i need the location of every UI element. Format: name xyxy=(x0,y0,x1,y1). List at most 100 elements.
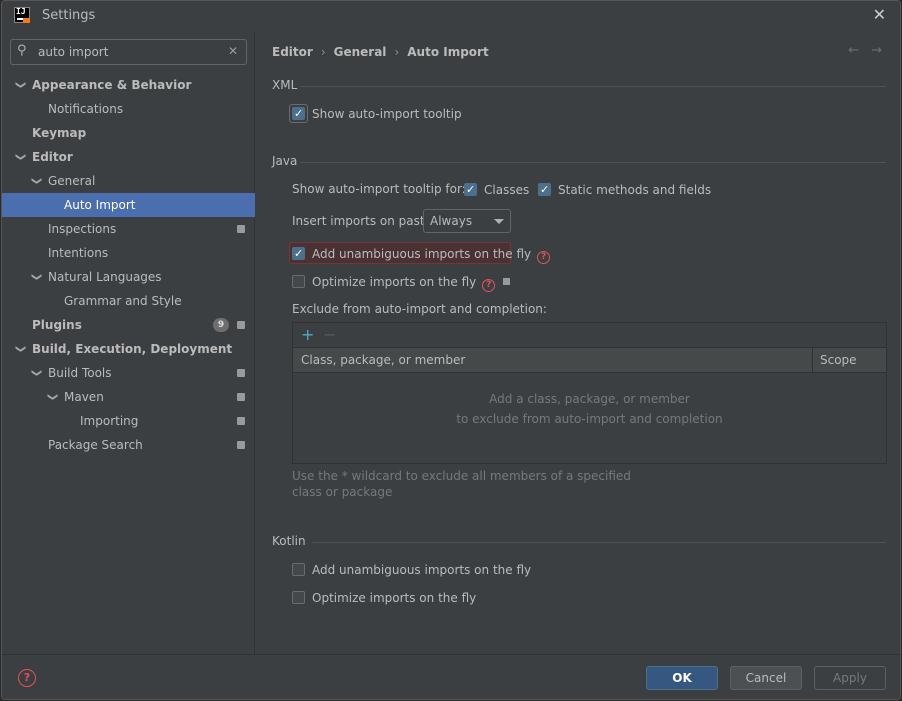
checkbox-icon[interactable] xyxy=(464,180,477,200)
chevron-down-icon[interactable]: ❯ xyxy=(24,273,48,281)
app-icon-text: IJ xyxy=(16,7,26,16)
breadcrumb-general[interactable]: General xyxy=(334,45,387,59)
sidebar-item-package-search[interactable]: Package Search xyxy=(2,433,255,457)
project-level-icon xyxy=(237,225,245,233)
sidebar-item-intentions[interactable]: Intentions xyxy=(2,241,255,265)
remove-icon: − xyxy=(323,325,337,344)
add-icon[interactable]: + xyxy=(301,325,314,344)
sidebar-item-natural-languages[interactable]: ❯ Natural Languages xyxy=(2,265,255,289)
dialog-footer: ? OK Cancel Apply xyxy=(2,654,900,699)
clear-search-icon[interactable]: ✕ xyxy=(228,44,238,58)
breadcrumb-auto-import: Auto Import xyxy=(407,45,489,59)
checkbox-label: Classes xyxy=(484,183,530,197)
intellij-app-icon: IJ xyxy=(14,7,30,23)
dropdown-value: Always xyxy=(430,214,473,228)
chevron-down-icon[interactable]: ❯ xyxy=(8,153,32,161)
section-title-kotlin: Kotlin xyxy=(272,534,306,548)
kotlin-optimize-checkbox[interactable]: Optimize imports on the fly xyxy=(292,588,476,608)
column-separator[interactable] xyxy=(812,348,813,373)
checkbox-label: Static methods and fields xyxy=(558,183,712,197)
updates-count-badge: 9 xyxy=(213,318,229,332)
exclude-table: + − Class, package, or member Scope Add … xyxy=(292,322,887,464)
section-divider xyxy=(300,162,886,163)
dropdown-arrow-icon xyxy=(494,219,504,224)
search-icon: ⚲ xyxy=(17,43,27,58)
checkbox-icon[interactable] xyxy=(292,244,305,264)
sidebar-item-label: Intentions xyxy=(48,246,109,260)
checkbox-icon[interactable] xyxy=(292,275,305,288)
breadcrumb-editor[interactable]: Editor xyxy=(272,45,313,59)
ok-button[interactable]: OK xyxy=(646,666,718,690)
classes-checkbox[interactable]: Classes xyxy=(464,180,529,200)
project-level-icon xyxy=(237,321,245,329)
java-optimize-checkbox[interactable]: Optimize imports on the fly? xyxy=(292,272,511,292)
history-navigation: ← → xyxy=(836,43,882,58)
checkbox-label: Show auto-import tooltip xyxy=(312,107,462,121)
sidebar-item-appearance-behavior[interactable]: ❯ Appearance & Behavior xyxy=(2,73,255,97)
sidebar-item-label: Grammar and Style xyxy=(64,294,182,308)
project-level-icon xyxy=(237,369,245,377)
sidebar-item-plugins[interactable]: Plugins 9 xyxy=(2,313,255,337)
back-arrow-icon[interactable]: ← xyxy=(848,43,859,58)
project-level-icon xyxy=(503,278,511,285)
column-header-scope[interactable]: Scope xyxy=(820,353,857,367)
java-add-unambiguous-checkbox[interactable]: Add unambiguous imports on the fly? xyxy=(292,244,551,264)
sidebar-item-build-execution-deployment[interactable]: ❯ Build, Execution, Deployment xyxy=(2,337,255,361)
sidebar-item-label: General xyxy=(48,174,96,188)
help-button[interactable]: ? xyxy=(18,669,36,687)
sidebar-item-general[interactable]: ❯ General xyxy=(2,169,255,193)
help-icon[interactable]: ? xyxy=(482,279,496,292)
sidebar-item-label: Maven xyxy=(64,390,104,404)
checkbox-icon[interactable] xyxy=(538,180,551,200)
apply-button: Apply xyxy=(814,666,886,690)
chevron-down-icon[interactable]: ❯ xyxy=(8,345,32,353)
close-icon[interactable]: ✕ xyxy=(873,5,886,24)
window-title: Settings xyxy=(42,8,96,23)
section-title-java: Java xyxy=(272,154,298,168)
xml-show-tooltip-checkbox[interactable]: Show auto-import tooltip xyxy=(292,104,462,124)
search-input[interactable]: auto import xyxy=(38,45,108,59)
section-divider xyxy=(312,542,886,543)
sidebar-item-label: Inspections xyxy=(48,222,117,236)
sidebar-item-notifications[interactable]: Notifications xyxy=(2,97,255,121)
settings-search-field[interactable]: ⚲ auto import ✕ xyxy=(10,39,247,65)
sidebar-item-build-tools[interactable]: ❯ Build Tools xyxy=(2,361,255,385)
checkbox-icon[interactable] xyxy=(292,563,305,576)
checkbox-label: Optimize imports on the fly xyxy=(312,591,477,605)
wildcard-hint: Use the * wildcard to exclude all member… xyxy=(292,469,631,499)
sidebar-item-keymap[interactable]: Keymap xyxy=(2,121,255,145)
section-divider xyxy=(300,86,886,87)
sidebar-item-editor[interactable]: ❯ Editor xyxy=(2,145,255,169)
sidebar-item-maven[interactable]: ❯ Maven xyxy=(2,385,255,409)
checkbox-label: Add unambiguous imports on the fly xyxy=(312,563,532,577)
breadcrumb-separator: › xyxy=(394,45,400,59)
kotlin-add-unambiguous-checkbox[interactable]: Add unambiguous imports on the fly xyxy=(292,560,531,580)
sidebar-item-grammar-and-style[interactable]: Grammar and Style xyxy=(2,289,255,313)
chevron-down-icon[interactable]: ❯ xyxy=(8,81,32,89)
sidebar-item-label: Package Search xyxy=(48,438,143,452)
table-header: Class, package, or member Scope xyxy=(293,348,886,373)
forward-arrow-icon[interactable]: → xyxy=(871,43,882,58)
sidebar-item-label: Keymap xyxy=(32,126,87,140)
column-header-member[interactable]: Class, package, or member xyxy=(301,353,465,367)
checkbox-icon[interactable] xyxy=(292,104,305,124)
chevron-down-icon[interactable]: ❯ xyxy=(24,177,48,185)
chevron-down-icon[interactable]: ❯ xyxy=(40,393,64,401)
static-methods-checkbox[interactable]: Static methods and fields xyxy=(538,180,711,200)
sidebar-item-label: Appearance & Behavior xyxy=(32,78,192,92)
empty-table-text[interactable]: Add a class, package, or member xyxy=(293,392,886,406)
settings-sidebar: ⚲ auto import ✕ ❯ Appearance & Behavior No… xyxy=(2,31,255,654)
sidebar-item-importing[interactable]: Importing xyxy=(2,409,255,433)
sidebar-item-inspections[interactable]: Inspections xyxy=(2,217,255,241)
section-title-xml: XML xyxy=(272,78,298,92)
chevron-down-icon[interactable]: ❯ xyxy=(24,369,48,377)
empty-table-text[interactable]: to exclude from auto-import and completi… xyxy=(293,412,886,426)
help-icon[interactable]: ? xyxy=(537,251,551,264)
insert-on-paste-dropdown[interactable]: Always xyxy=(423,209,511,233)
breadcrumb: Editor › General › Auto Import xyxy=(272,45,489,59)
insert-on-paste-label: Insert imports on paste: xyxy=(292,214,437,228)
table-toolbar: + − xyxy=(293,323,886,348)
cancel-button[interactable]: Cancel xyxy=(730,666,802,690)
sidebar-item-auto-import[interactable]: Auto Import xyxy=(2,193,255,217)
checkbox-icon[interactable] xyxy=(292,591,305,604)
